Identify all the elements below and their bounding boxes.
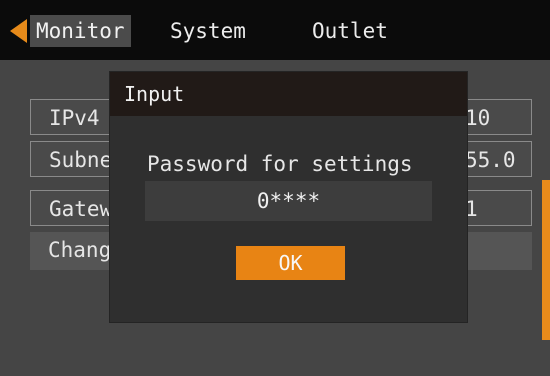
device-screen: Monitor System Outlet IPv4 10 Subne 55.0… (0, 0, 550, 376)
row-label: IPv4 (49, 106, 100, 130)
row-label: Subne (49, 148, 113, 172)
password-field[interactable]: 0**** (145, 181, 432, 221)
row-label: Chang (48, 238, 112, 262)
tab-monitor[interactable]: Monitor (30, 15, 131, 47)
dialog-title: Input (124, 82, 185, 106)
tab-system[interactable]: System (170, 15, 246, 47)
password-prompt-label: Password for settings (147, 152, 413, 176)
row-value: 55.0 (465, 148, 516, 172)
password-dialog: Input Password for settings 0**** OK (110, 72, 467, 322)
tab-outlet[interactable]: Outlet (312, 15, 388, 47)
scrollbar-accent[interactable] (542, 180, 550, 340)
dialog-header: Input (110, 72, 467, 116)
row-label: Gatew (49, 197, 113, 221)
ok-button[interactable]: OK (236, 246, 345, 280)
back-arrow-icon[interactable] (10, 19, 27, 43)
top-menu-bar: Monitor System Outlet (0, 0, 550, 60)
row-value: 10 (465, 106, 491, 130)
